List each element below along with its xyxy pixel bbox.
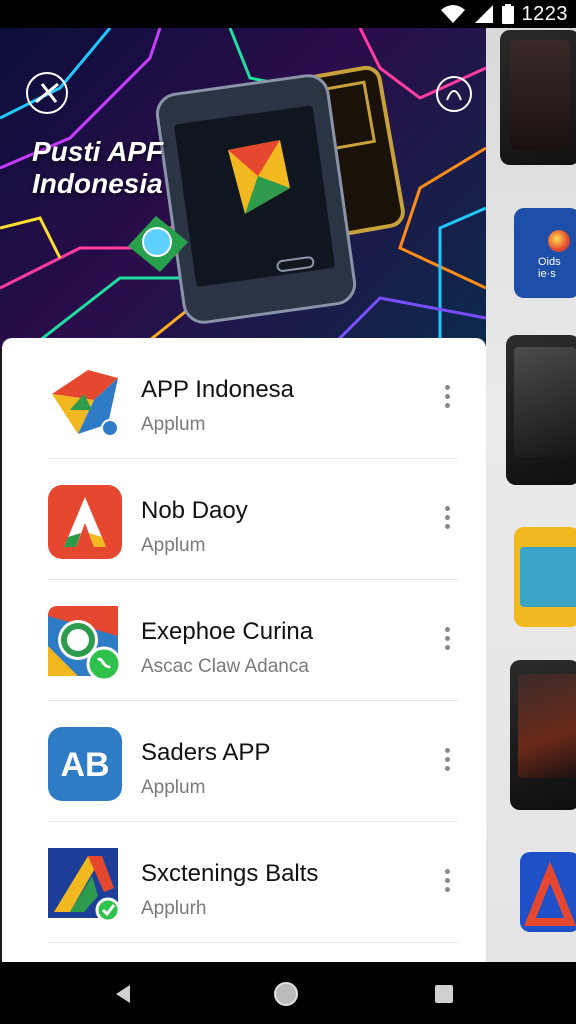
system-navigation-bar <box>0 962 576 1024</box>
list-item[interactable]: Nob Daoy Applum <box>2 459 486 580</box>
triangle-check-logo-icon <box>48 848 122 923</box>
app-publisher: Ascac Claw Adanca <box>141 656 309 677</box>
battery-icon <box>501 4 514 24</box>
letter-a-logo-icon <box>48 485 122 559</box>
app-publisher: Applum <box>141 414 206 435</box>
app-indonesa-logo-icon <box>48 364 122 438</box>
hero-banner[interactable]: Pusti APF Indonesia <box>0 28 486 348</box>
back-icon[interactable] <box>112 982 136 1006</box>
preview-card-thumbnail: Oids ie·s <box>514 208 576 298</box>
preview-phone-thumbnail <box>506 335 576 485</box>
list-item[interactable]: Sxctenings Balts Applurh <box>2 822 486 943</box>
app-publisher: Applurh <box>141 898 207 919</box>
more-options-icon[interactable] <box>438 382 456 414</box>
status-bar: 1223 <box>0 0 576 28</box>
chat-bubble-logo-icon <box>48 606 122 682</box>
hero-title: Pusti APF Indonesia <box>32 136 163 200</box>
app-name: Sxctenings Balts <box>141 860 319 887</box>
more-options-icon[interactable] <box>438 866 456 898</box>
preview-phone-thumbnail <box>500 30 576 165</box>
app-name: Exephoe Curina <box>141 618 314 645</box>
app-name: APP Indonesa <box>141 376 295 403</box>
preview-phone-thumbnail <box>510 660 576 810</box>
banner-logo-icon <box>26 72 68 114</box>
app-name: Nob Daoy <box>141 497 248 524</box>
home-icon[interactable] <box>272 980 300 1008</box>
app-publisher: Applum <box>141 535 206 556</box>
more-options-icon[interactable] <box>438 624 456 656</box>
divider <box>48 942 458 943</box>
more-options-icon[interactable] <box>438 503 456 535</box>
svg-text:AB: AB <box>60 746 109 784</box>
ab-logo-icon: AB <box>48 727 122 801</box>
app-publisher: Applum <box>141 777 206 798</box>
wifi-icon <box>440 5 465 23</box>
app-name: Saders APP <box>141 739 271 766</box>
hero-title-line1: Pusti APF <box>32 136 164 167</box>
colorful-orb-icon <box>548 230 570 252</box>
app-list-card: APP Indonesa Applum Nob Daoy Applum Exep… <box>2 338 486 962</box>
status-icons: 1223 <box>440 2 569 26</box>
background-app-previews <box>486 28 576 962</box>
signal-icon <box>474 5 493 23</box>
preview-card-thumbnail <box>520 852 576 932</box>
list-item[interactable]: Exephoe Curina Ascac Claw Adanca <box>2 580 486 701</box>
more-options-icon[interactable] <box>438 745 456 777</box>
hero-title-line2: Indonesia <box>32 168 163 199</box>
status-time: 1223 <box>521 2 568 25</box>
list-item[interactable]: AB Saders APP Applum <box>2 701 486 822</box>
list-item[interactable]: APP Indonesa Applum <box>2 338 486 459</box>
preview-card-thumbnail <box>514 527 576 627</box>
preview-card-text: Oids ie·s <box>538 256 561 280</box>
recents-icon[interactable] <box>432 982 456 1006</box>
banner-emblem-icon <box>436 76 472 112</box>
